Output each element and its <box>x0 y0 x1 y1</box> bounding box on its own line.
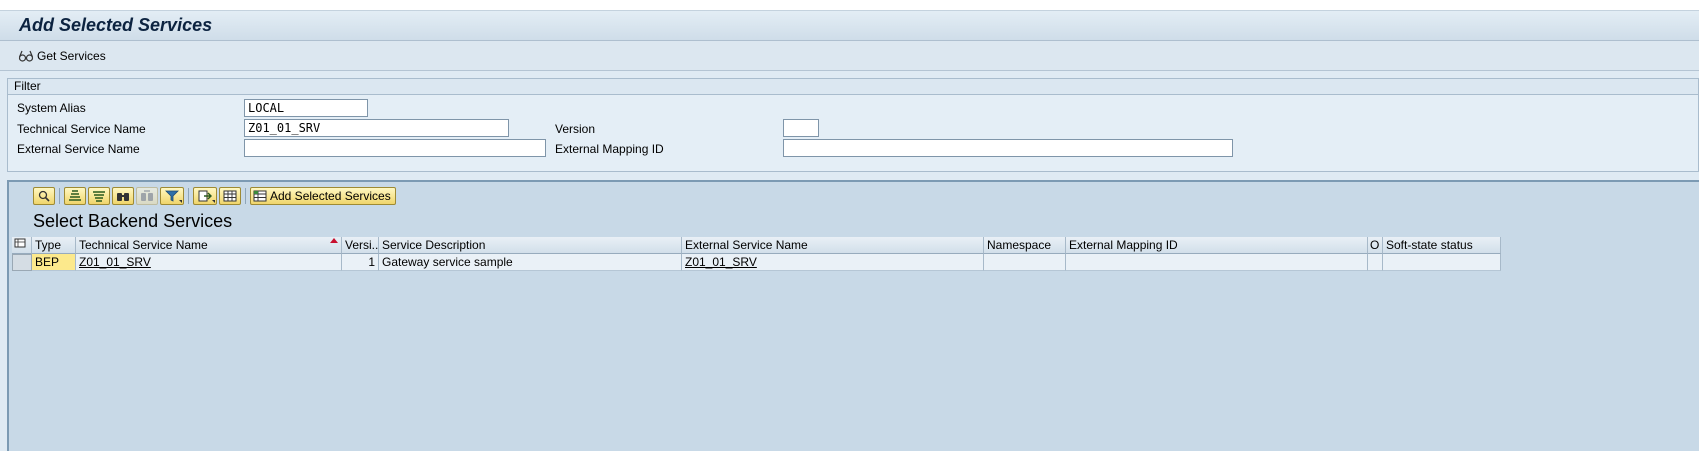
sort-ascending-button[interactable] <box>64 187 86 205</box>
add-selected-services-label: Add Selected Services <box>270 189 391 203</box>
cell-external-mapping-id[interactable] <box>1066 254 1368 271</box>
external-service-name-label: External Service Name <box>17 142 140 156</box>
table-add-icon <box>253 190 267 202</box>
external-service-name-field[interactable] <box>244 139 546 157</box>
sort-ascending-icon <box>69 190 81 201</box>
add-selected-services-button[interactable]: Add Selected Services <box>250 187 396 205</box>
column-header-type[interactable]: Type <box>32 237 76 254</box>
title-bar: Add Selected Services <box>0 11 1699 41</box>
layout-button[interactable] <box>219 187 241 205</box>
find-next-button[interactable] <box>136 187 158 205</box>
page-title: Add Selected Services <box>19 15 213 35</box>
filter-legend: Filter <box>8 79 1698 95</box>
select-all-icon[interactable] <box>12 237 32 254</box>
cell-external-service-name-link[interactable]: Z01_01_SRV <box>682 254 984 271</box>
cell-version[interactable]: 1 <box>342 254 379 271</box>
toolbar-separator <box>188 188 189 204</box>
sort-indicator-icon <box>330 238 338 243</box>
version-label: Version <box>555 122 596 136</box>
toolbar-separator <box>245 188 246 204</box>
column-header-label: Technical Service Name <box>79 238 208 252</box>
technical-service-name-field[interactable]: Z01_01_SRV <box>244 119 509 137</box>
external-mapping-id-field[interactable] <box>783 139 1233 157</box>
layout-icon <box>223 190 237 202</box>
grid-title: Select Backend Services <box>33 211 233 231</box>
row-selector[interactable] <box>12 254 32 271</box>
application-toolbar: Get Services <box>0 41 1699 71</box>
get-services-label: Get Services <box>37 49 106 63</box>
column-header-service-description[interactable]: Service Description <box>379 237 682 254</box>
technical-service-name-label: Technical Service Name <box>17 122 146 136</box>
window-top-edge <box>0 0 1699 11</box>
services-table: Type Technical Service Name Versi... Ser… <box>12 237 1501 271</box>
system-alias-field[interactable]: LOCAL <box>244 99 368 117</box>
column-header-version[interactable]: Versi... <box>342 237 379 254</box>
table-header-row: Type Technical Service Name Versi... Ser… <box>12 237 1501 254</box>
sort-descending-icon <box>93 191 105 202</box>
external-mapping-id-label: External Mapping ID <box>555 142 664 156</box>
sort-descending-button[interactable] <box>88 187 110 205</box>
details-icon <box>38 190 50 202</box>
column-header-o[interactable]: O <box>1368 237 1383 254</box>
export-button[interactable] <box>193 187 217 205</box>
filter-icon <box>165 190 179 202</box>
export-icon <box>198 190 212 202</box>
column-header-soft-state-status[interactable]: Soft-state status <box>1383 237 1501 254</box>
alv-grid-container: Add Selected Services Select Backend Ser… <box>7 180 1699 451</box>
filter-group: Filter System Alias LOCAL Technical Serv… <box>7 78 1699 172</box>
get-services-button[interactable]: Get Services <box>18 48 106 64</box>
column-header-technical-service-name[interactable]: Technical Service Name <box>76 237 342 254</box>
cell-service-description[interactable]: Gateway service sample <box>379 254 682 271</box>
column-header-namespace[interactable]: Namespace <box>984 237 1066 254</box>
find-next-icon <box>141 190 153 201</box>
grid-toolbar: Add Selected Services <box>33 186 396 206</box>
cell-soft-state-status[interactable] <box>1383 254 1501 271</box>
details-button[interactable] <box>33 187 55 205</box>
version-field[interactable] <box>783 119 819 137</box>
find-button[interactable] <box>112 187 134 205</box>
cell-namespace[interactable] <box>984 254 1066 271</box>
find-icon <box>117 193 129 201</box>
column-header-external-service-name[interactable]: External Service Name <box>682 237 984 254</box>
column-header-external-mapping-id[interactable]: External Mapping ID <box>1066 237 1368 254</box>
system-alias-label: System Alias <box>17 101 86 115</box>
glasses-icon <box>18 50 34 62</box>
toolbar-separator <box>59 188 60 204</box>
cell-technical-service-name-link[interactable]: Z01_01_SRV <box>76 254 342 271</box>
cell-type[interactable]: BEP <box>32 254 76 271</box>
table-row[interactable]: BEP Z01_01_SRV 1 Gateway service sample … <box>12 254 1501 271</box>
filter-button[interactable] <box>160 187 184 205</box>
cell-o[interactable] <box>1368 254 1383 271</box>
